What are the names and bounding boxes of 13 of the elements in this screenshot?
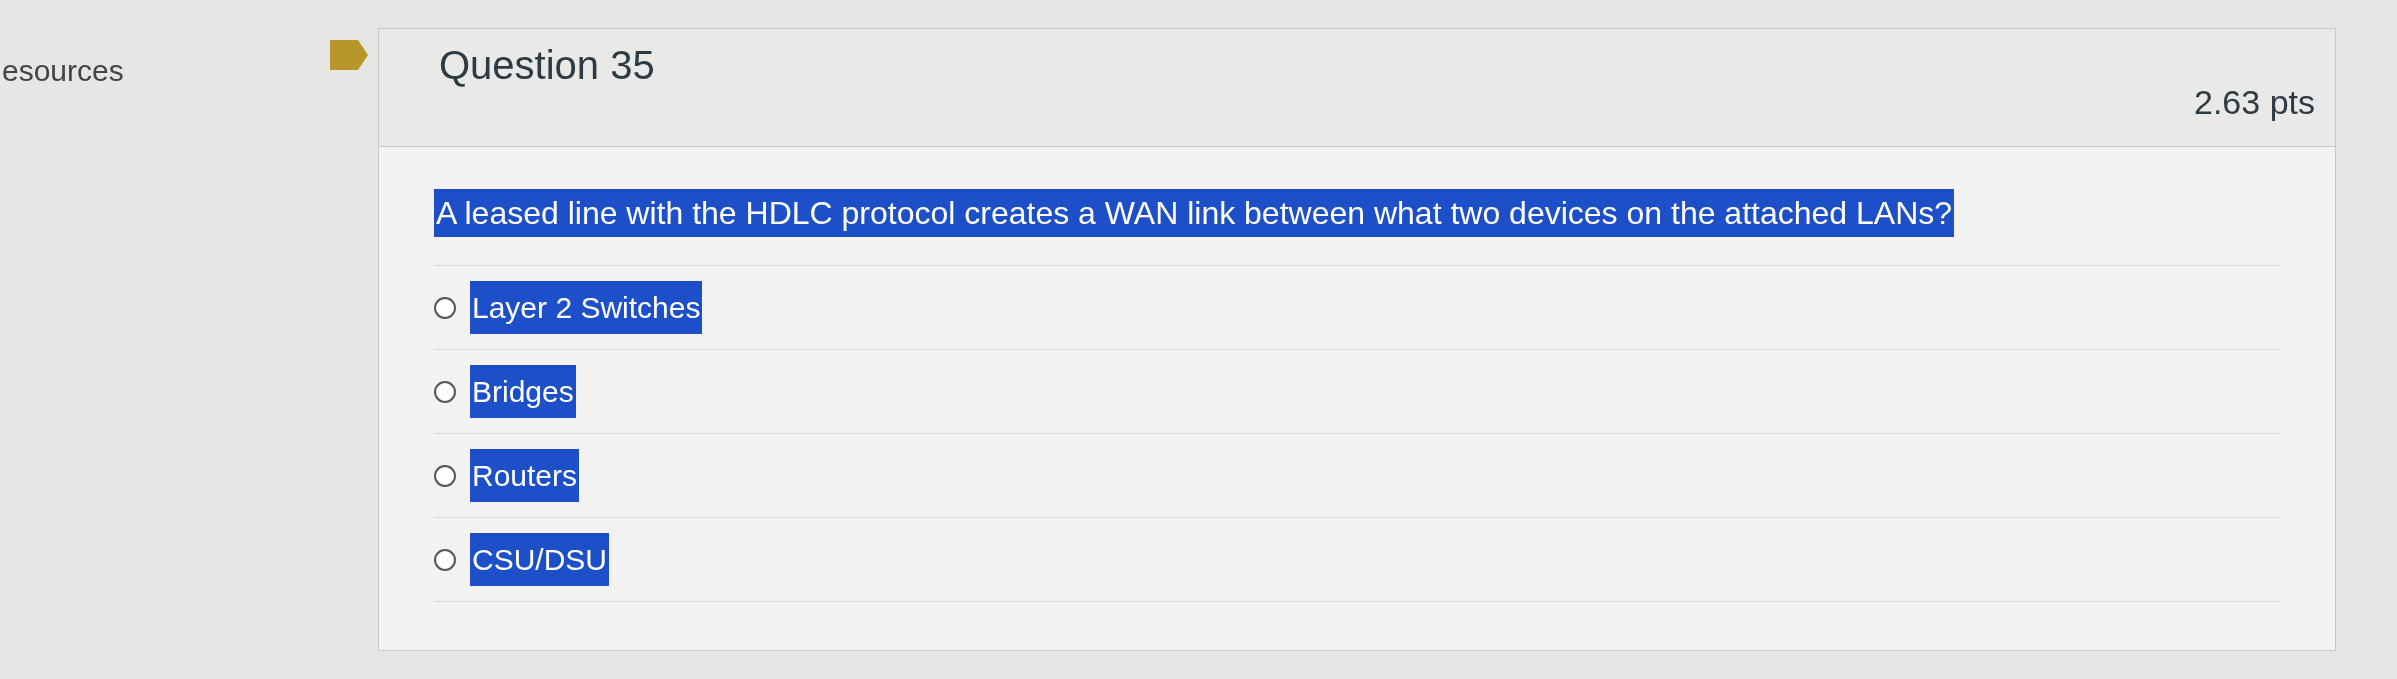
answer-label: CSU/DSU <box>470 533 609 586</box>
question-title: Question 35 <box>439 42 655 89</box>
answer-label: Layer 2 Switches <box>470 281 703 334</box>
sidebar-link[interactable]: esources <box>2 54 124 87</box>
radio-button[interactable] <box>434 380 456 403</box>
question-text: A leased line with the HDLC protocol creates a WAN link between what two devices on the attached LANs? <box>434 189 1955 237</box>
radio-button[interactable] <box>434 548 456 571</box>
answer-label: Bridges <box>470 365 576 418</box>
points-label: 2.63 pts <box>2194 82 2315 123</box>
answer-label: Routers <box>470 449 580 502</box>
flag-icon <box>330 40 368 70</box>
radio-button[interactable] <box>434 464 456 487</box>
radio-button[interactable] <box>434 296 456 319</box>
